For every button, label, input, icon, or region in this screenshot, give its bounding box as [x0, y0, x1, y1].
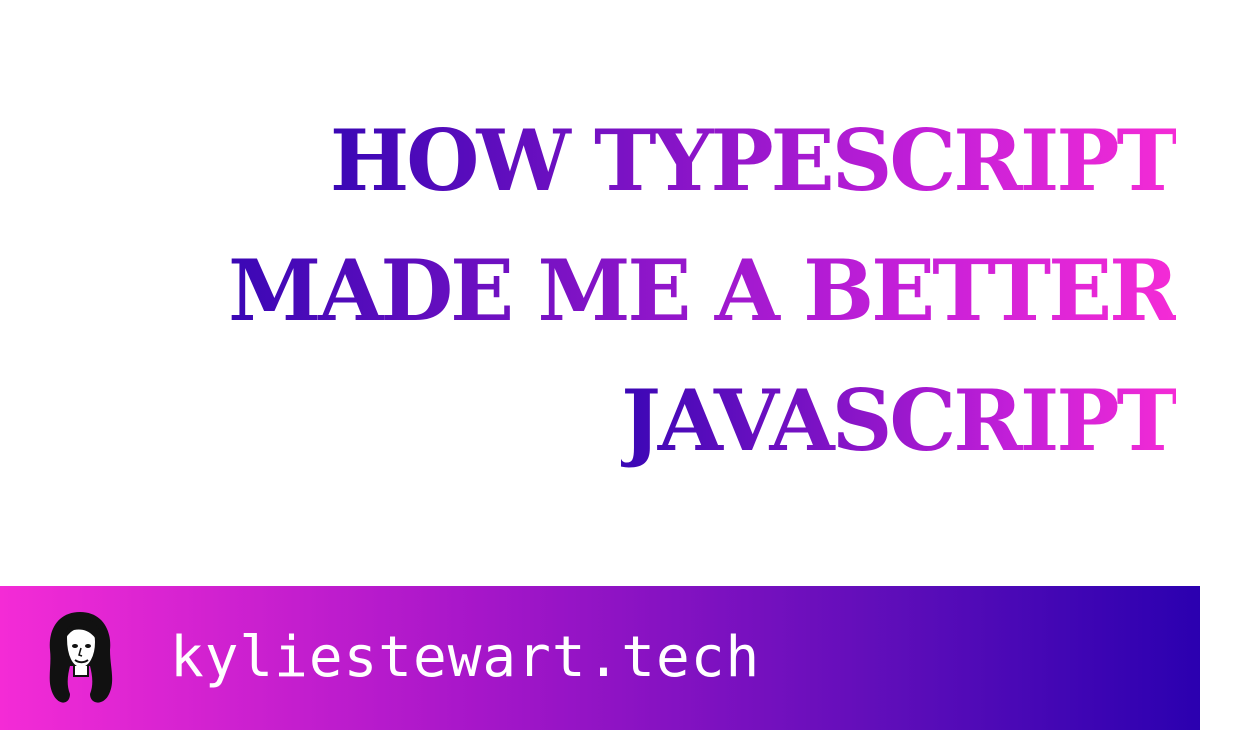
footer-banner: kyliestewart.tech	[0, 586, 1200, 730]
title-line-1: HOW TYPESCRIPT	[329, 111, 1179, 210]
title-line-2: MADE ME A BETTER	[228, 241, 1179, 340]
site-url[interactable]: kyliestewart.tech	[170, 622, 760, 694]
avatar-portrait-icon	[49, 612, 113, 703]
article-title: HOW TYPESCRIPT MADE ME A BETTER JAVASCRI…	[176, 96, 1179, 486]
title-line-3: JAVASCRIPT	[621, 371, 1179, 470]
